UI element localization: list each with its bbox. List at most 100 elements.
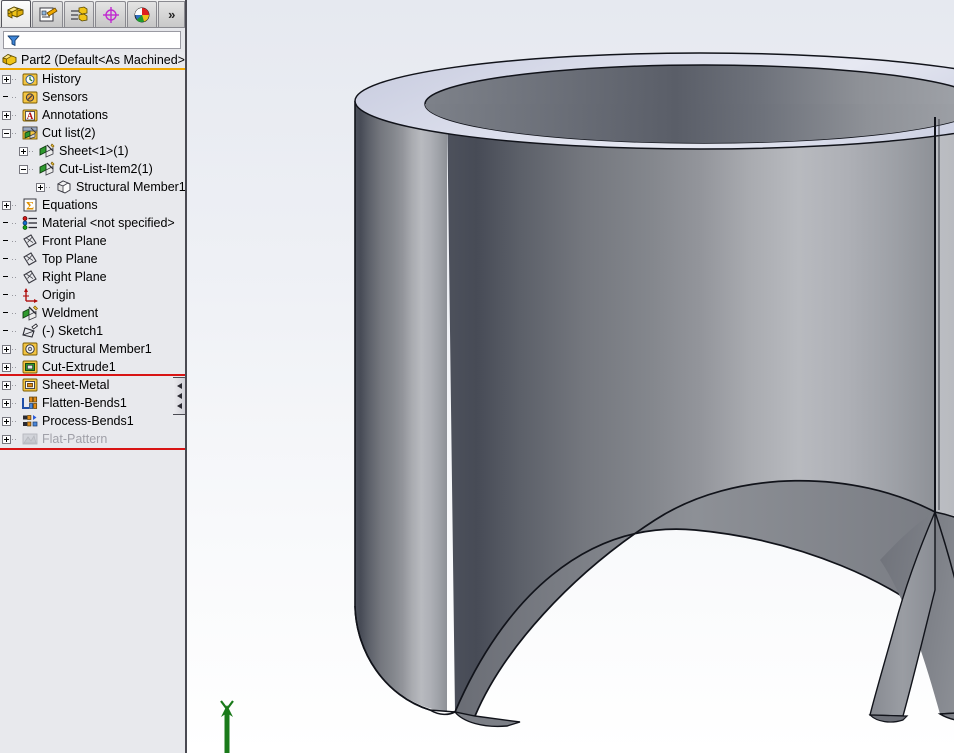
tree-indent-spacer: [2, 273, 11, 282]
collapse-arrow-icon: [177, 403, 182, 409]
tree-item-sheet-1-1[interactable]: ·· Sheet<1>(1): [0, 142, 185, 160]
expand-toggle[interactable]: [2, 200, 11, 210]
tree-connector: ··: [11, 91, 17, 102]
plane-icon: [22, 251, 38, 267]
tab-dimxpert-manager[interactable]: [95, 1, 126, 27]
tree-item-cut-list-item2-1[interactable]: ·· Cut-List-Item2(1): [0, 160, 185, 178]
expand-toggle[interactable]: [2, 398, 11, 408]
tree-item-cut-list-2[interactable]: ·· Cut list(2): [0, 124, 185, 142]
expand-toggle[interactable]: [36, 182, 45, 192]
panel-splitter-handle[interactable]: [173, 377, 185, 415]
tree-item-sensors[interactable]: ·· Sensors: [0, 88, 185, 106]
tab-overflow-button[interactable]: »: [158, 1, 185, 27]
tree-item-structural-member1[interactable]: ·· Structural Member1|: [0, 178, 185, 196]
plane-icon: [23, 270, 37, 284]
tree-connector: ··: [11, 127, 17, 138]
tree-item-label: Weldment: [42, 306, 99, 320]
cutlist-item-icon: [39, 143, 55, 158]
expand-toggle[interactable]: [2, 434, 11, 444]
tree-item-front-plane[interactable]: ·· Front Plane: [0, 232, 185, 250]
tree-item-label: Cut-List-Item2(1): [59, 162, 153, 176]
tree-item-flatten-bends1[interactable]: ·· Flatten-Bends1: [0, 394, 185, 412]
tree-item-label: Origin: [42, 288, 76, 302]
tree-item-label: Flat-Pattern: [42, 432, 108, 446]
tree-item-origin[interactable]: ·· Origin: [0, 286, 185, 304]
part-icon: [2, 53, 17, 65]
tree-item-label: Front Plane: [42, 234, 107, 248]
tree-indent-spacer: [2, 309, 11, 318]
collapse-arrow-icon: [177, 383, 182, 389]
structural-member-icon: [22, 342, 38, 356]
manager-tab-strip: »: [0, 0, 185, 28]
sketch-icon: [22, 323, 38, 338]
expand-toggle[interactable]: [19, 146, 28, 156]
equations-icon: Σ: [23, 198, 37, 213]
tree-item-top-plane[interactable]: ·· Top Plane: [0, 250, 185, 268]
collapse-toggle[interactable]: [2, 128, 11, 138]
origin-triad: [220, 700, 234, 753]
expand-toggle[interactable]: [2, 110, 11, 120]
tree-filter-input[interactable]: [3, 31, 181, 49]
tab-display-manager[interactable]: [126, 1, 158, 27]
weldment-icon: [22, 305, 38, 321]
display-manager-icon: [134, 7, 150, 22]
tube-outer-wall-left: [355, 101, 447, 712]
tree-item-right-plane[interactable]: ·· Right Plane: [0, 268, 185, 286]
tree-item-label: Cut-Extrude1: [42, 360, 116, 374]
tree-indent-spacer: [2, 219, 11, 228]
tree-connector: ··: [11, 199, 17, 210]
history-icon: [22, 71, 38, 87]
tree-item-sheet-metal[interactable]: ·· Sheet-Metal: [0, 376, 185, 394]
tab-configuration-manager[interactable]: [63, 1, 95, 27]
tree-item-annotations[interactable]: ·· A Annotations: [0, 106, 185, 124]
sheet-metal-icon: [22, 378, 38, 392]
tree-item-process-bends1[interactable]: ·· Process-Bends1: [0, 412, 185, 430]
cut-extrude-icon: [22, 359, 38, 375]
tab-feature-manager[interactable]: [1, 0, 32, 27]
tree-connector: ··: [11, 433, 17, 444]
cutlist-item-icon: [39, 161, 55, 176]
tree-item-label: Sheet-Metal: [42, 378, 110, 392]
expand-toggle[interactable]: [2, 344, 11, 354]
tree-item-label: History: [42, 72, 81, 86]
origin-icon: [23, 288, 38, 303]
expand-toggle[interactable]: [2, 416, 11, 426]
plane-icon: [22, 269, 38, 285]
flatten-bends-icon: [22, 395, 38, 411]
tree-root-part[interactable]: Part2 (Default<As Machined>‹: [0, 52, 185, 70]
expand-toggle[interactable]: [2, 380, 11, 390]
history-icon: [22, 73, 38, 86]
tree-item-weldment[interactable]: ·· Weldment: [0, 304, 185, 322]
tree-item-history[interactable]: ·· History: [0, 70, 185, 88]
tree-connector: ··: [28, 145, 34, 156]
sensors-icon: [22, 89, 38, 105]
expand-toggle[interactable]: [2, 362, 11, 372]
tree-item-label: Sensors: [42, 90, 88, 104]
tree-item-label: Equations: [42, 198, 98, 212]
material-icon: [22, 215, 38, 231]
solid-body-icon: [56, 179, 72, 195]
process-bends-icon: [23, 415, 38, 427]
tree-item-material-not-specified[interactable]: ·· Material <not specified>: [0, 214, 185, 232]
tree-item-sketch1[interactable]: ·· (-) Sketch1: [0, 322, 185, 340]
tree-connector: ··: [11, 217, 17, 228]
tree-indent-spacer: [2, 93, 11, 102]
collapse-toggle[interactable]: [19, 164, 28, 174]
model-coped-tube[interactable]: [187, 0, 954, 753]
graphics-viewport[interactable]: [187, 0, 954, 753]
expand-toggle[interactable]: [2, 74, 11, 84]
tree-rows-container: ·· History ·· Sensors ·· A Annotations ·· Cut li…: [0, 70, 185, 448]
tree-connector: ··: [28, 163, 34, 174]
tree-connector: ··: [11, 379, 17, 390]
tree-item-structural-member1[interactable]: ·· Structural Member1: [0, 340, 185, 358]
tree-item-flat-pattern[interactable]: ·· Flat-Pattern: [0, 430, 185, 448]
tree-item-equations[interactable]: ·· Σ Equations: [0, 196, 185, 214]
sensors-icon: [22, 91, 38, 104]
tree-item-label: Process-Bends1: [42, 414, 134, 428]
tree-item-cut-extrude1[interactable]: ·· Cut-Extrude1: [0, 358, 185, 376]
tree-indent-spacer: [2, 237, 11, 246]
cut-extrude-icon: [22, 360, 38, 374]
tab-property-manager[interactable]: [32, 1, 63, 27]
tree-connector: ··: [11, 235, 17, 246]
tree-connector: ··: [11, 253, 17, 264]
